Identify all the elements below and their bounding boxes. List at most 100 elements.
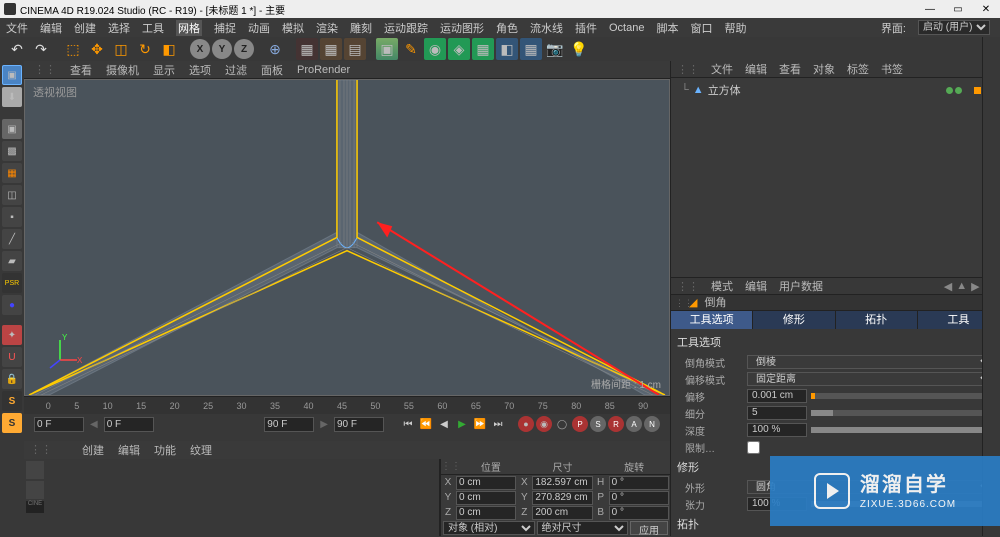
add-camera-icon[interactable]: 📷	[544, 38, 566, 60]
object-tree[interactable]: └ ▲ 立方体	[671, 78, 1000, 278]
coord-grip-icon[interactable]: ⋮⋮	[441, 461, 455, 472]
obj-tags[interactable]: 标签	[847, 61, 869, 77]
magnet-icon[interactable]: U	[2, 347, 22, 367]
key-rot-icon[interactable]: R	[608, 416, 624, 432]
tab-edit[interactable]: 编辑	[118, 442, 140, 458]
vp-filter[interactable]: 过滤	[225, 62, 247, 78]
menu-plugins[interactable]: 插件	[575, 20, 597, 36]
timeline-ruler[interactable]: 0 5 10 15 20 25 30 35 40 45 50 55 60 65 …	[24, 396, 670, 414]
attr-grip-icon[interactable]: ⋮⋮	[677, 280, 699, 293]
workplane-snap-icon[interactable]: S	[2, 413, 22, 433]
object-name[interactable]: 立方体	[708, 82, 741, 98]
menu-script[interactable]: 脚本	[656, 20, 678, 36]
start-frame-input[interactable]	[34, 417, 84, 432]
step-back-icon[interactable]: ⏪	[418, 416, 434, 432]
pos-x-input[interactable]: 0 cm	[456, 476, 516, 490]
attr-tab-topology[interactable]: 拓扑	[836, 311, 918, 329]
tab-create[interactable]: 创建	[82, 442, 104, 458]
visibility-render-dot[interactable]	[955, 87, 962, 94]
current-frame-input[interactable]	[104, 417, 154, 432]
bevel-mode-select[interactable]: 倒棱	[747, 355, 994, 369]
offset-mode-select[interactable]: 固定距离	[747, 372, 994, 386]
texture-mode-icon[interactable]: ▩	[2, 141, 22, 161]
menu-animate[interactable]: 动画	[248, 20, 270, 36]
goto-start-icon[interactable]: ⏮	[400, 416, 416, 432]
obj-view[interactable]: 查看	[779, 61, 801, 77]
menu-simulate[interactable]: 模拟	[282, 20, 304, 36]
axis-gizmo[interactable]: Y X	[45, 330, 85, 370]
end-frame-input[interactable]	[334, 417, 384, 432]
make-editable-icon[interactable]: ⬇	[2, 87, 22, 107]
render-view-icon[interactable]: ▦	[296, 38, 318, 60]
add-cube-icon[interactable]: ▣	[376, 38, 398, 60]
add-light-icon[interactable]: 💡	[568, 38, 590, 60]
menu-mograph[interactable]: 运动图形	[440, 20, 484, 36]
offset-slider[interactable]	[811, 393, 994, 399]
menu-pipeline[interactable]: 流水线	[530, 20, 563, 36]
axis-x-toggle[interactable]: X	[190, 39, 210, 59]
locked-icon[interactable]: 🔒	[2, 369, 22, 389]
edge-mode-icon[interactable]: ╱	[2, 229, 22, 249]
attr-mode[interactable]: 模式	[711, 278, 733, 294]
viewport-solo-icon[interactable]: ●	[2, 295, 22, 315]
depth-slider[interactable]	[811, 427, 994, 433]
maximize-button[interactable]: ▭	[944, 0, 972, 18]
subdiv-input[interactable]: 5	[747, 406, 807, 420]
poly-mode-icon[interactable]: ▰	[2, 251, 22, 271]
material-manager[interactable]: CINE	[24, 459, 440, 536]
key-pos-icon[interactable]: P	[572, 416, 588, 432]
record-key-icon[interactable]: ●	[518, 416, 534, 432]
layout-select[interactable]: 启动 (用户)	[918, 20, 990, 35]
object-item-cube[interactable]: └ ▲ 立方体	[681, 82, 990, 98]
attr-nav-back-icon[interactable]: ◀	[944, 280, 952, 293]
add-spline-icon[interactable]: ✎	[400, 38, 422, 60]
size-x-input[interactable]: 182.597 cm	[532, 476, 592, 490]
cube-preset-icon[interactable]: ▣	[2, 65, 22, 85]
render-pv-icon[interactable]: ▦	[320, 38, 342, 60]
phong-tag-icon[interactable]	[974, 87, 981, 94]
menu-render[interactable]: 渲染	[316, 20, 338, 36]
uv-mode-icon[interactable]: ◫	[2, 185, 22, 205]
play-back-icon[interactable]: ◀	[436, 416, 452, 432]
vp-camera[interactable]: 摄像机	[106, 62, 139, 78]
obj-objects[interactable]: 对象	[813, 61, 835, 77]
offset-input[interactable]: 0.001 cm	[747, 389, 807, 403]
vp-prorender[interactable]: ProRender	[297, 64, 350, 76]
menu-snap[interactable]: 捕捉	[214, 20, 236, 36]
play-forward-icon[interactable]: ▶	[454, 416, 470, 432]
obj-grip-icon[interactable]: ⋮⋮	[677, 63, 699, 76]
size-y-input[interactable]: 270.829 cm	[532, 491, 592, 505]
tab-function[interactable]: 功能	[154, 442, 176, 458]
menu-sculpt[interactable]: 雕刻	[350, 20, 372, 36]
snap-toggle-icon[interactable]: S	[2, 391, 22, 411]
move-tool-icon[interactable]: ✥	[86, 38, 108, 60]
workplane-icon[interactable]: ▦	[2, 163, 22, 183]
attr-edit[interactable]: 编辑	[745, 278, 767, 294]
obj-file[interactable]: 文件	[711, 61, 733, 77]
viewport-grip-icon[interactable]: ⋮⋮	[34, 63, 56, 76]
vp-display[interactable]: 显示	[153, 62, 175, 78]
hierarchy-toggle-icon[interactable]: └	[681, 84, 689, 96]
rot-p-input[interactable]: 0 °	[609, 491, 669, 505]
attr-tab-tooloptions[interactable]: 工具选项	[671, 311, 753, 329]
model-mode-icon[interactable]: ▣	[2, 119, 22, 139]
key-pla-icon[interactable]: A	[626, 416, 642, 432]
last-tool-icon[interactable]: ◧	[158, 38, 180, 60]
menu-help[interactable]: 帮助	[724, 20, 746, 36]
rotate-tool-icon[interactable]: ↻	[134, 38, 156, 60]
coord-apply-button[interactable]: 应用	[630, 521, 668, 535]
add-environment-icon[interactable]: ▦	[520, 38, 542, 60]
add-deformer-icon[interactable]: ◧	[496, 38, 518, 60]
visibility-editor-dot[interactable]	[946, 87, 953, 94]
tweak-icon[interactable]: ✦	[2, 325, 22, 345]
attr-tab-shaping[interactable]: 修形	[753, 311, 835, 329]
attr-nav-up-icon[interactable]: ▲	[956, 280, 967, 293]
menu-character[interactable]: 角色	[496, 20, 518, 36]
grip-icon[interactable]: ⋮⋮	[24, 443, 52, 456]
obj-bookmarks[interactable]: 书签	[881, 61, 903, 77]
menu-octane[interactable]: Octane	[609, 22, 644, 34]
pos-z-input[interactable]: 0 cm	[456, 506, 516, 520]
scale-tool-icon[interactable]: ◫	[110, 38, 132, 60]
close-button[interactable]: ✕	[972, 0, 1000, 18]
vp-panel[interactable]: 面板	[261, 62, 283, 78]
